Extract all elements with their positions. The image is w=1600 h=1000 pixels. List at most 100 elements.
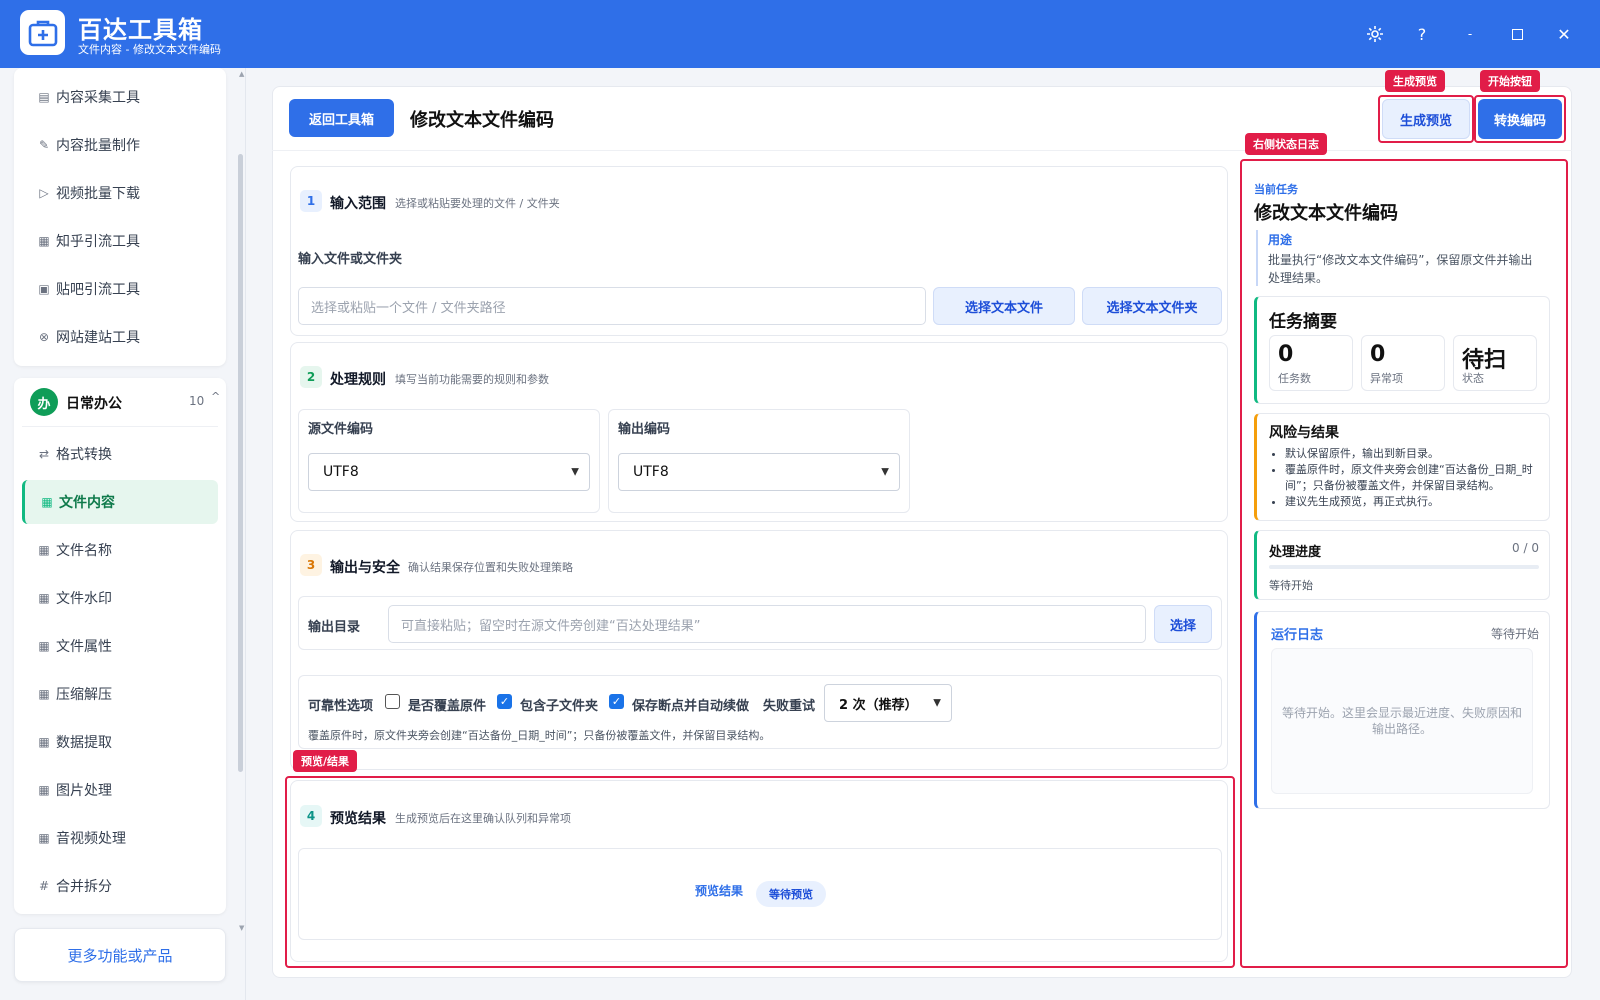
source-encoding-label: 源文件编码 bbox=[308, 422, 374, 437]
select-text-file-button[interactable]: 选择文本文件 bbox=[933, 287, 1075, 325]
retry-label: 失败重试 bbox=[763, 699, 816, 714]
sidebar-item-6[interactable]: ▦ 压缩解压 bbox=[22, 672, 218, 716]
app-breadcrumb: 文件内容 - 修改文本文件编码 bbox=[78, 43, 221, 56]
title-bar: 百达工具箱 文件内容 - 修改文本文件编码 ? - ✕ bbox=[0, 0, 1600, 68]
grid-icon: ▦ bbox=[38, 831, 50, 845]
app-title: 百达工具箱 bbox=[78, 16, 203, 44]
resume-checkpoint-checkbox[interactable]: ✓ bbox=[609, 694, 624, 709]
sidebar-item-label: 内容采集工具 bbox=[56, 90, 140, 106]
reliability-label: 可靠性选项 bbox=[308, 699, 374, 714]
section3-title: 输出与安全 bbox=[330, 560, 400, 576]
chevron-down-icon: ▼ bbox=[571, 466, 579, 478]
grid-icon: ▦ bbox=[38, 543, 50, 557]
sidebar-item-label: 文件水印 bbox=[56, 591, 112, 607]
close-button[interactable]: ✕ bbox=[1550, 20, 1578, 48]
more-products-label: 更多功能或产品 bbox=[67, 946, 173, 965]
select-text-folder-button[interactable]: 选择文本文件夹 bbox=[1082, 287, 1222, 325]
sidebar-item-1[interactable]: ⇄ 格式转换 bbox=[22, 432, 218, 476]
zhihu-icon: ▦ bbox=[38, 234, 50, 248]
sidebar-item-4[interactable]: ▦ 文件水印 bbox=[22, 576, 218, 620]
settings-gear-icon[interactable] bbox=[1361, 20, 1389, 48]
help-icon[interactable]: ? bbox=[1408, 20, 1436, 48]
annotation-tag-preview: 生成预览 bbox=[1385, 70, 1445, 92]
sidebar-item-3[interactable]: ▦ 文件名称 bbox=[22, 528, 218, 572]
header-divider bbox=[272, 150, 1572, 151]
annotation-box-preview bbox=[1378, 95, 1474, 143]
chevron-down-icon: ▼ bbox=[933, 697, 941, 709]
sidebar-item-label: 压缩解压 bbox=[56, 687, 112, 703]
section1-title: 输入范围 bbox=[330, 196, 386, 212]
sidebar-item-2[interactable]: ✎ 内容批量制作 bbox=[22, 123, 218, 167]
sidebar-item-label: 合并拆分 bbox=[56, 879, 112, 895]
sidebar-item-label: 音视频处理 bbox=[56, 831, 126, 847]
source-encoding-select[interactable]: UTF8 ▼ bbox=[308, 453, 590, 491]
section3-desc: 确认结果保存位置和失败处理策略 bbox=[408, 561, 573, 574]
sidebar-item-6[interactable]: ⊗ 网站建站工具 bbox=[22, 315, 218, 359]
output-dir-label: 输出目录 bbox=[308, 620, 361, 635]
output-dir-field[interactable]: 可直接粘贴；留空时在源文件旁创建“百达处理结果” bbox=[388, 605, 1146, 643]
annotation-tag-start: 开始按钮 bbox=[1480, 70, 1540, 92]
annotation-box-start bbox=[1474, 95, 1566, 143]
sidebar-scrollbar[interactable] bbox=[238, 154, 243, 772]
swap-icon: ⇄ bbox=[38, 447, 50, 461]
input-path-label: 输入文件或文件夹 bbox=[298, 252, 403, 267]
sidebar-item-2[interactable]: ▦ 文件内容 bbox=[22, 480, 218, 524]
overwrite-original-label: 是否覆盖原件 bbox=[408, 699, 487, 714]
annotation-tag-preview-result: 预览/结果 bbox=[293, 750, 358, 772]
sidebar-item-4[interactable]: ▦ 知乎引流工具 bbox=[22, 219, 218, 263]
resume-checkpoint-label: 保存断点并自动续做 bbox=[632, 699, 750, 714]
output-encoding-select[interactable]: UTF8 ▼ bbox=[618, 453, 900, 491]
sidebar-item-label: 贴吧引流工具 bbox=[56, 282, 140, 298]
hash-icon: # bbox=[38, 879, 50, 893]
scroll-down-arrow-icon[interactable]: ▼ bbox=[239, 924, 244, 932]
select-output-dir-button[interactable]: 选择 bbox=[1154, 605, 1212, 643]
section1-desc: 选择或粘贴要处理的文件 / 文件夹 bbox=[395, 197, 560, 210]
annotation-box-preview-result bbox=[285, 776, 1235, 968]
back-to-toolbox-button[interactable]: 返回工具箱 bbox=[289, 99, 394, 137]
grid-icon: ▦ bbox=[41, 495, 53, 509]
sidebar-item-5[interactable]: ▦ 文件属性 bbox=[22, 624, 218, 668]
app-logo-toolbox-icon bbox=[20, 10, 65, 55]
sidebar-item-5[interactable]: ▣ 贴吧引流工具 bbox=[22, 267, 218, 311]
include-subfolders-checkbox[interactable]: ✓ bbox=[497, 694, 512, 709]
section3-number-badge: 3 bbox=[300, 554, 322, 576]
include-subfolders-label: 包含子文件夹 bbox=[520, 699, 599, 714]
pencil-icon: ✎ bbox=[38, 138, 50, 152]
sidebar-item-label: 知乎引流工具 bbox=[56, 234, 140, 250]
sidebar-item-label: 网站建站工具 bbox=[56, 330, 140, 346]
sidebar-item-3[interactable]: ▷ 视频批量下载 bbox=[22, 171, 218, 215]
scroll-up-arrow-icon[interactable]: ▲ bbox=[239, 70, 244, 78]
office-group-title[interactable]: 日常办公 bbox=[66, 393, 122, 413]
sidebar-item-8[interactable]: ▦ 图片处理 bbox=[22, 768, 218, 812]
collapse-chevron-up-icon[interactable]: ^ bbox=[211, 390, 220, 403]
document-icon: ▤ bbox=[38, 90, 50, 104]
page-title: 修改文本文件编码 bbox=[410, 110, 554, 131]
maximize-button[interactable] bbox=[1503, 20, 1531, 48]
sidebar-item-10[interactable]: # 合并拆分 bbox=[22, 864, 218, 908]
sidebar-item-label: 文件属性 bbox=[56, 639, 112, 655]
minimize-button[interactable]: - bbox=[1456, 20, 1484, 48]
sidebar-item-1[interactable]: ▤ 内容采集工具 bbox=[22, 75, 218, 119]
section2-title: 处理规则 bbox=[330, 372, 386, 388]
office-group-count: 10 bbox=[189, 394, 205, 408]
retry-count-value: 2 次（推荐） bbox=[839, 697, 918, 713]
grid-icon: ▦ bbox=[38, 687, 50, 701]
sidebar-item-label: 文件名称 bbox=[56, 543, 112, 559]
annotation-box-status-log bbox=[1240, 159, 1568, 968]
section2-desc: 填写当前功能需要的规则和参数 bbox=[395, 373, 549, 386]
sidebar-item-label: 图片处理 bbox=[56, 783, 112, 799]
divider bbox=[22, 426, 218, 427]
office-group-badge: 办 bbox=[30, 388, 58, 416]
input-path-field[interactable]: 选择或粘贴一个文件 / 文件夹路径 bbox=[298, 287, 926, 325]
more-products-button[interactable]: 更多功能或产品 bbox=[14, 928, 226, 982]
retry-count-select[interactable]: 2 次（推荐） ▼ bbox=[824, 684, 952, 722]
source-encoding-value: UTF8 bbox=[323, 464, 359, 480]
sidebar-item-9[interactable]: ▦ 音视频处理 bbox=[22, 816, 218, 860]
section1-number-badge: 1 bbox=[300, 190, 322, 212]
grid-icon: ▦ bbox=[38, 735, 50, 749]
grid-icon: ▦ bbox=[38, 639, 50, 653]
tieba-icon: ▣ bbox=[38, 282, 50, 296]
sidebar-item-label: 视频批量下载 bbox=[56, 186, 140, 202]
sidebar-item-7[interactable]: ▦ 数据提取 bbox=[22, 720, 218, 764]
overwrite-original-checkbox[interactable] bbox=[385, 694, 400, 709]
